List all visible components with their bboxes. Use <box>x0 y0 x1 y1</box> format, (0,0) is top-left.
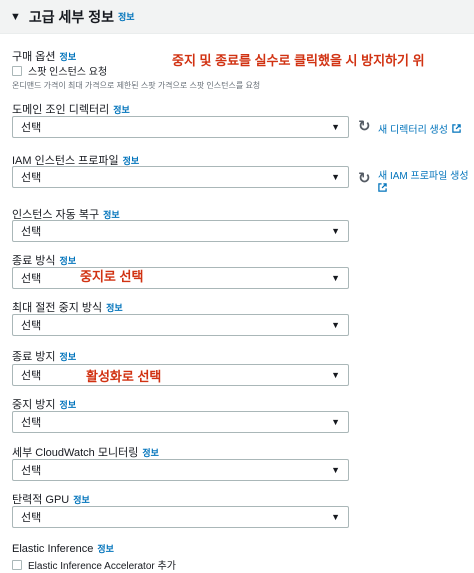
elastic-inference-checkbox[interactable] <box>12 559 22 570</box>
info-link[interactable]: 정보 <box>97 542 114 555</box>
shutdown-behavior-label: 종료 방식 정보 <box>12 254 77 267</box>
domain-join-select[interactable]: 선택 ▼ <box>12 116 349 138</box>
domain-join-label: 도메인 조인 디렉터리 정보 <box>12 103 130 116</box>
new-directory-link[interactable]: 새 디렉터리 생성 <box>378 121 461 136</box>
refresh-icon[interactable]: ↻ <box>358 169 371 187</box>
annotation-shutdown: 중지로 선택 <box>80 269 144 284</box>
new-iam-profile-link[interactable]: 새 IAM 프로파일 생성 <box>378 167 469 182</box>
detailed-monitoring-select[interactable]: 선택 ▼ <box>12 459 349 481</box>
elastic-inference-label: Elastic Inference 정보 <box>12 542 114 555</box>
dropdown-arrow-icon: ▼ <box>331 172 340 182</box>
stop-protection-label: 중지 방지 정보 <box>12 398 77 411</box>
dropdown-arrow-icon: ▼ <box>331 370 340 380</box>
iam-profile-value: 선택 <box>21 172 42 184</box>
annotation-termination: 활성화로 선택 <box>86 369 162 384</box>
stop-protection-select[interactable]: 선택 ▼ <box>12 411 349 433</box>
domain-join-value: 선택 <box>21 122 42 134</box>
hibernate-behavior-value: 선택 <box>21 320 42 332</box>
auto-recovery-select[interactable]: 선택 ▼ <box>12 220 349 242</box>
iam-profile-select[interactable]: 선택 ▼ <box>12 166 349 188</box>
info-link[interactable]: 정보 <box>60 398 77 411</box>
detailed-monitoring-label: 세부 CloudWatch 모니터링 정보 <box>12 446 159 459</box>
external-link-icon[interactable] <box>378 183 387 192</box>
shutdown-behavior-value: 선택 <box>21 273 42 285</box>
dropdown-arrow-icon: ▼ <box>331 320 340 330</box>
auto-recovery-value: 선택 <box>21 226 42 238</box>
info-link[interactable]: 정보 <box>118 10 135 23</box>
shutdown-behavior-select[interactable]: 선택 ▼ <box>12 267 349 289</box>
elastic-inference-checkbox-row[interactable]: Elastic Inference Accelerator 추가 <box>12 557 176 572</box>
section-title: 고급 세부 정보 <box>28 8 114 25</box>
caret-down-icon[interactable]: ▼ <box>10 11 21 23</box>
termination-protection-value: 선택 <box>21 370 42 382</box>
info-link[interactable]: 정보 <box>106 301 123 314</box>
elastic-gpu-select[interactable]: 선택 ▼ <box>12 506 349 528</box>
termination-protection-label: 종료 방지 정보 <box>12 350 77 363</box>
dropdown-arrow-icon: ▼ <box>331 465 340 475</box>
elastic-gpu-label: 탄력적 GPU 정보 <box>12 493 90 506</box>
elastic-gpu-value: 선택 <box>21 512 42 524</box>
termination-protection-select[interactable]: 선택 ▼ <box>12 364 349 386</box>
spot-instance-checkbox-row[interactable]: 스팟 인스턴스 요청 <box>12 63 107 78</box>
info-link[interactable]: 정보 <box>60 254 77 267</box>
spot-instance-description: 온디맨드 가격이 최대 가격으로 제한된 스팟 가격으로 스팟 인스턴스를 요청 <box>12 81 261 90</box>
elastic-inference-checkbox-label: Elastic Inference Accelerator 추가 <box>28 561 176 572</box>
dropdown-arrow-icon: ▼ <box>331 226 340 236</box>
hibernate-behavior-label: 최대 절전 중지 방식 정보 <box>12 301 123 314</box>
dropdown-arrow-icon: ▼ <box>331 512 340 522</box>
info-link[interactable]: 정보 <box>113 103 130 116</box>
hibernate-behavior-select[interactable]: 선택 ▼ <box>12 314 349 336</box>
info-link[interactable]: 정보 <box>142 446 159 459</box>
dropdown-arrow-icon: ▼ <box>331 273 340 283</box>
dropdown-arrow-icon: ▼ <box>331 122 340 132</box>
stop-protection-value: 선택 <box>21 417 42 429</box>
purchase-option-label: 구매 옵션 정보 <box>12 50 77 63</box>
spot-instance-checkbox[interactable] <box>12 65 22 76</box>
spot-instance-checkbox-label: 스팟 인스턴스 요청 <box>28 67 108 78</box>
external-link-icon <box>452 124 461 133</box>
info-link[interactable]: 정보 <box>73 493 90 506</box>
info-link[interactable]: 정보 <box>60 50 77 63</box>
advanced-details-header[interactable]: ▼ 고급 세부 정보 정보 <box>0 0 474 34</box>
detailed-monitoring-value: 선택 <box>21 465 42 477</box>
annotation-top: 중지 및 종료를 실수로 클릭했을 시 방지하기 위 <box>172 53 425 68</box>
refresh-icon[interactable]: ↻ <box>358 117 371 135</box>
info-link[interactable]: 정보 <box>60 350 77 363</box>
dropdown-arrow-icon: ▼ <box>331 417 340 427</box>
